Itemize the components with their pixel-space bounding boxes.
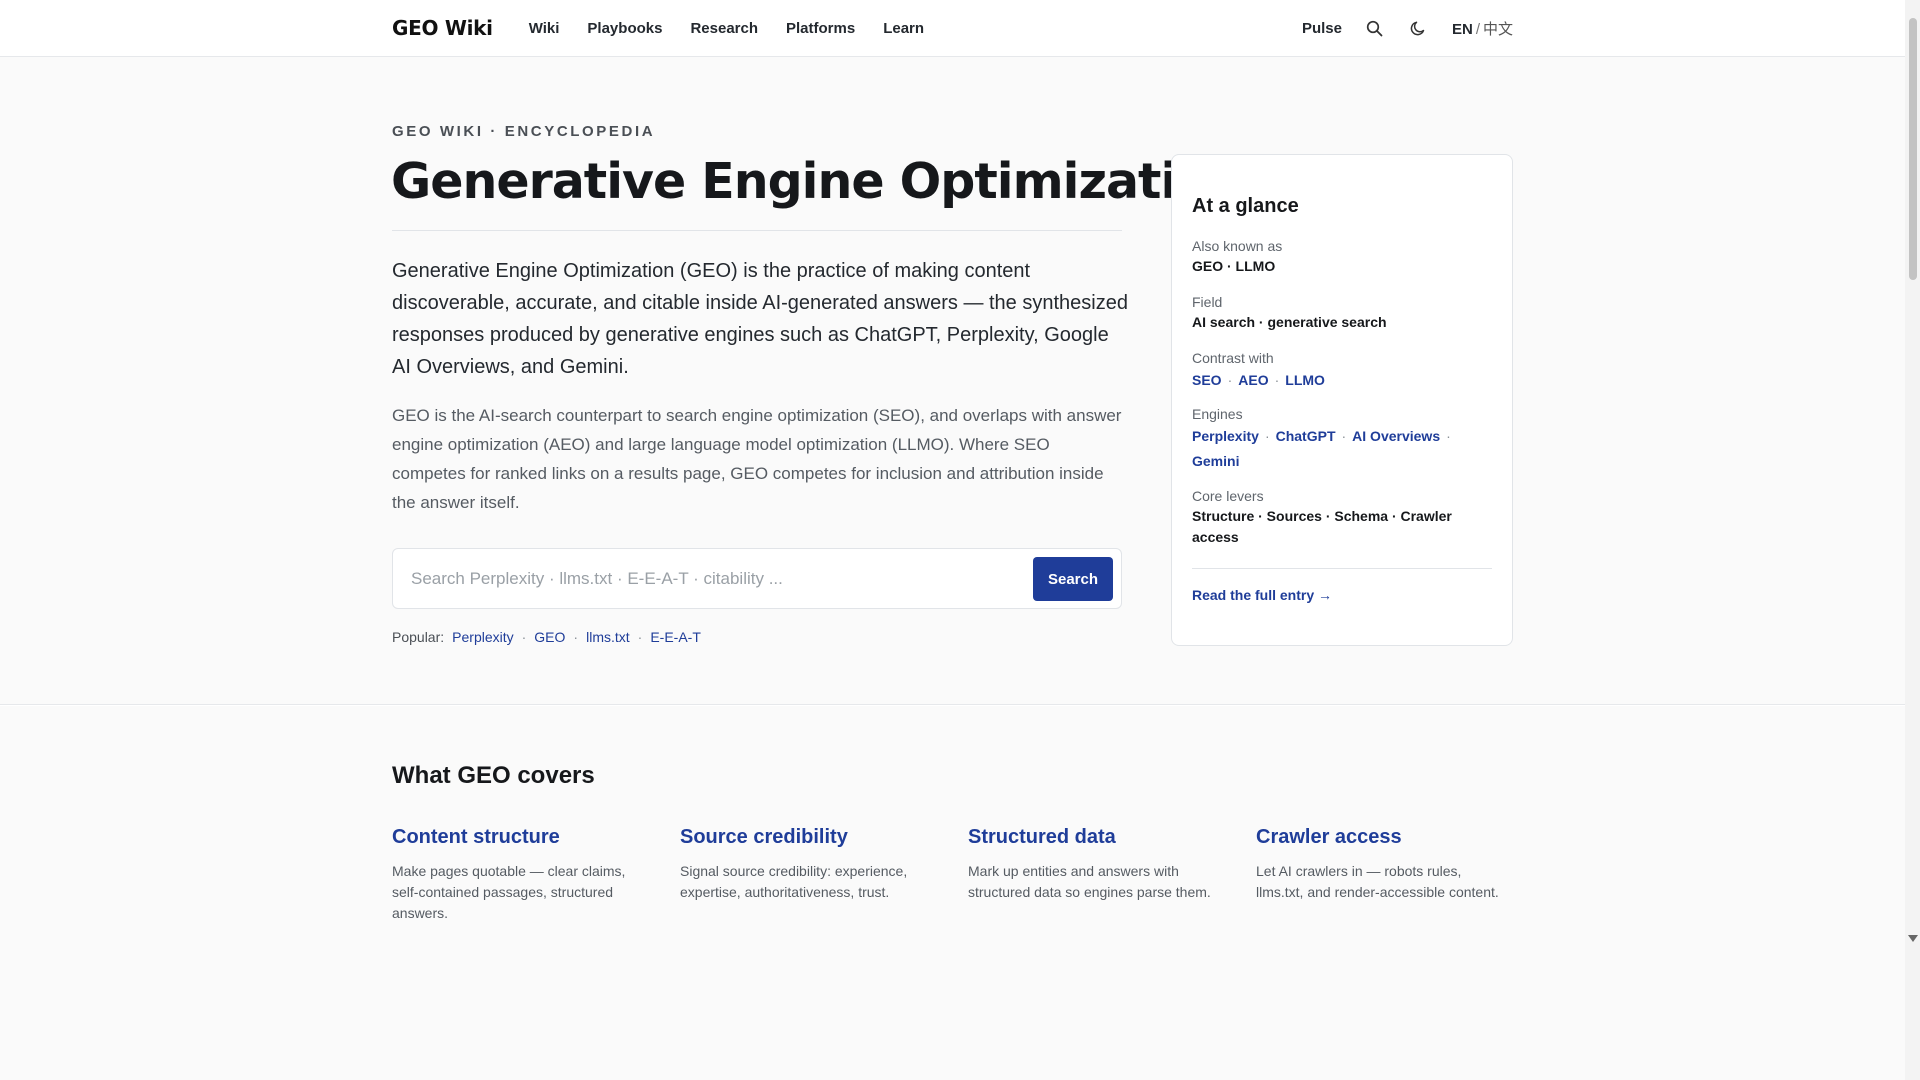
nav-learn[interactable]: Learn — [883, 20, 924, 37]
separator-dot: · — [1341, 428, 1347, 444]
aka-value: GEO · LLMO — [1192, 258, 1276, 274]
section-title: What GEO covers — [392, 762, 595, 789]
cover-item-source-credibility: Source credibility Signal source credibi… — [680, 826, 930, 924]
site-logo[interactable]: GEO Wiki — [392, 16, 493, 40]
nav-platforms[interactable]: Platforms — [786, 20, 855, 37]
read-full-entry-link[interactable]: Read the full entry → — [1192, 587, 1332, 603]
cover-title-crawler-access[interactable]: Crawler access — [1256, 826, 1506, 849]
cover-desc: Signal source credibility: experience, e… — [680, 863, 908, 900]
glance-title: At a glance — [1192, 195, 1299, 217]
popular-link-perplexity[interactable]: Perplexity — [452, 629, 513, 645]
eyebrow-label: GEO WIKI · ENCYCLOPEDIA — [392, 123, 656, 140]
aka-label: Also known as — [1192, 238, 1283, 254]
hero-section: GEO WIKI · ENCYCLOPEDIA Generative Engin… — [0, 57, 1905, 705]
glance-engines: Engines Perplexity · ChatGPT · AI Overviews ·… — [1192, 404, 1492, 474]
glance-field: Field AI search · generative search — [1192, 292, 1492, 333]
cover-title-source-credibility[interactable]: Source credibility — [680, 826, 930, 849]
at-a-glance-card: At a glance Also known as GEO · LLMO Fie… — [1171, 154, 1513, 646]
language-switcher[interactable]: EN / 中文 — [1452, 18, 1513, 39]
cover-desc: Let AI crawlers in — robots rules, llms.… — [1256, 863, 1499, 900]
navbar-inner: GEO Wiki Wiki Playbooks Research Platfor… — [392, 0, 1513, 56]
moon-icon[interactable] — [1408, 17, 1430, 39]
field-label: Field — [1192, 294, 1223, 310]
contrast-link-llmo[interactable]: LLMO — [1285, 372, 1325, 388]
cover-item-content-structure: Content structure Make pages quotable — … — [392, 826, 642, 924]
lang-zh[interactable]: 中文 — [1483, 21, 1513, 38]
search-button[interactable]: Search — [1033, 557, 1113, 601]
intro-paragraph: GEO is the AI-search counterpart to sear… — [392, 406, 1122, 512]
nav-playbooks[interactable]: Playbooks — [587, 20, 662, 37]
nav-research[interactable]: Research — [690, 20, 758, 37]
cover-item-structured-data: Structured data Mark up entities and ans… — [968, 826, 1218, 924]
contrast-link-seo[interactable]: SEO — [1192, 372, 1222, 388]
separator-dot: · — [521, 629, 527, 645]
covers-grid: Content structure Make pages quotable — … — [392, 826, 1513, 924]
search-box: Search — [392, 548, 1122, 609]
main-nav: Wiki Playbooks Research Platforms Learn — [529, 20, 924, 37]
cover-item-crawler-access: Crawler access Let AI crawlers in — robo… — [1256, 826, 1506, 924]
engines-label: Engines — [1192, 406, 1243, 422]
engine-link-chatgpt[interactable]: ChatGPT — [1276, 428, 1336, 444]
separator-dot: · — [1274, 372, 1280, 388]
what-geo-covers-section: What GEO covers Content structure Make p… — [0, 706, 1905, 1080]
popular-label: Popular: — [392, 629, 445, 645]
glance-aka: Also known as GEO · LLMO — [1192, 236, 1492, 277]
glance-contrast: Contrast with SEO · AEO · LLMO — [1192, 348, 1492, 393]
lede-paragraph: Generative Engine Optimization (GEO) is … — [392, 260, 1128, 378]
separator-dot: · — [637, 629, 643, 645]
lang-en[interactable]: EN — [1452, 21, 1473, 38]
lang-separator: / — [1475, 20, 1480, 38]
contrast-link-aeo[interactable]: AEO — [1238, 372, 1268, 388]
cover-title-structured-data[interactable]: Structured data — [968, 826, 1218, 849]
nav-right: Pulse EN / 中文 — [1302, 17, 1513, 39]
glance-levers: Core levers Structure · Sources · Schema… — [1192, 486, 1492, 548]
page-scrollbar[interactable] — [1905, 0, 1920, 1080]
engine-link-gemini[interactable]: Gemini — [1192, 453, 1239, 469]
scroll-down-arrow-icon[interactable] — [1908, 935, 1918, 942]
separator-dot: · — [1227, 372, 1233, 388]
levers-value: Structure · Sources · Schema · Crawler a… — [1192, 508, 1452, 545]
separator-dot: · — [1446, 428, 1451, 444]
nav-pulse[interactable]: Pulse — [1302, 20, 1342, 37]
search-input[interactable] — [411, 561, 1011, 597]
popular-link-llms-txt[interactable]: llms.txt — [586, 629, 630, 645]
contrast-label: Contrast with — [1192, 350, 1274, 366]
cover-title-content-structure[interactable]: Content structure — [392, 826, 642, 849]
engine-link-ai-overviews[interactable]: AI Overviews — [1352, 428, 1440, 444]
levers-label: Core levers — [1192, 488, 1264, 504]
cover-desc: Make pages quotable — clear claims, self… — [392, 863, 626, 921]
engines-links: Perplexity · ChatGPT · AI Overviews · Gemini — [1192, 424, 1492, 474]
popular-searches: Popular: Perplexity · GEO · llms.txt · E… — [392, 629, 701, 645]
scrollbar-thumb[interactable] — [1909, 18, 1917, 280]
field-value: AI search · generative search — [1192, 314, 1387, 330]
separator-dot: · — [573, 629, 579, 645]
nav-wiki[interactable]: Wiki — [529, 20, 560, 37]
popular-link-geo[interactable]: GEO — [534, 629, 565, 645]
engine-link-perplexity[interactable]: Perplexity — [1192, 428, 1259, 444]
glance-divider — [1192, 568, 1492, 569]
page-title: Generative Engine Optimization — [391, 153, 1244, 210]
popular-link-eeat[interactable]: E-E-A-T — [650, 629, 701, 645]
top-navbar: GEO Wiki Wiki Playbooks Research Platfor… — [0, 0, 1905, 57]
search-icon[interactable] — [1364, 17, 1386, 39]
cover-desc: Mark up entities and answers with struct… — [968, 863, 1211, 900]
contrast-links: SEO · AEO · LLMO — [1192, 368, 1492, 393]
separator-dot: · — [1264, 428, 1270, 444]
title-divider — [392, 230, 1122, 231]
